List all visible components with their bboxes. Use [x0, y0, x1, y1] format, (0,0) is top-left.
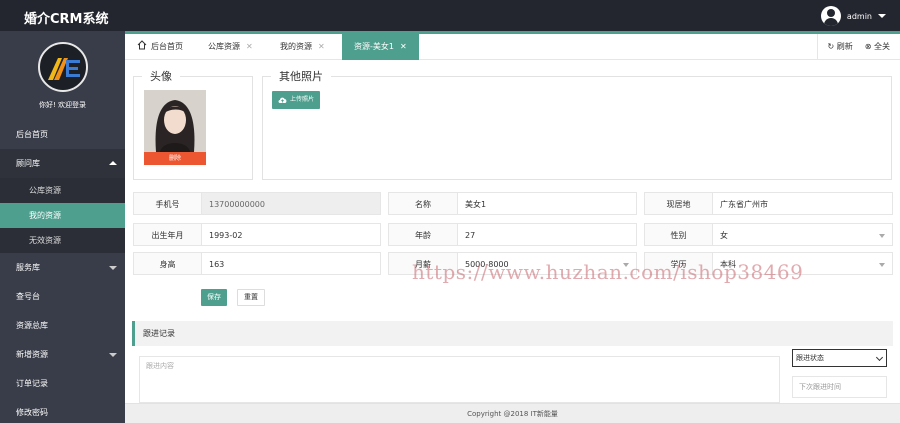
sidebar-item-label: 资源总库: [16, 321, 48, 330]
sidebar-item-label: 后台首页: [16, 130, 48, 139]
sidebar-nav: 后台首页 顾问库 公库资源 我的资源 无效资源 服务库 查号台 资源总库 新增资…: [0, 120, 125, 423]
sidebar-item-label: 订单记录: [16, 379, 48, 388]
upload-photo-button[interactable]: 上传照片: [272, 91, 321, 109]
age-label: 年龄: [388, 223, 458, 246]
username[interactable]: admin: [847, 12, 872, 21]
close-icon[interactable]: ✕: [318, 42, 325, 51]
sidebar-item-invalid-resources[interactable]: 无效资源: [0, 228, 125, 253]
close-icon[interactable]: ✕: [246, 42, 253, 51]
phone-field[interactable]: 13700000000: [201, 192, 381, 215]
close-all-label: 全关: [874, 42, 890, 51]
save-button[interactable]: 保存: [201, 289, 227, 306]
gender-value: 女: [720, 231, 728, 240]
user-avatar-icon[interactable]: [820, 6, 841, 26]
sidebar-item-label: 查号台: [16, 292, 40, 301]
height-label: 身高: [133, 252, 202, 275]
app-title: 婚介CRM系统: [24, 12, 109, 27]
close-circle-icon: ⊗: [864, 42, 872, 51]
residence-label: 现居地: [644, 192, 713, 215]
sidebar-item-consultant-library[interactable]: 顾问库: [0, 149, 125, 178]
sidebar-item-number-lookup[interactable]: 查号台: [0, 282, 125, 311]
footer: Copyright @2018 IT新能量: [125, 403, 900, 423]
other-photos-fieldset: 其他照片: [262, 68, 892, 180]
close-all-button[interactable]: ⊗ 全关: [865, 34, 890, 60]
next-follow-up-time-input[interactable]: 下次跟进时间: [792, 376, 887, 398]
chevron-up-icon: [109, 161, 117, 165]
gender-select[interactable]: 女: [712, 223, 893, 246]
follow-up-header: 跟进记录: [132, 321, 893, 346]
reset-button[interactable]: 重置: [237, 289, 265, 306]
sidebar-item-label: 修改密码: [16, 408, 48, 417]
follow-up-status-select[interactable]: 跟进状态: [792, 349, 887, 367]
main-content: 头像 删除 其他照片 上传照片 手机号 13700000000 名称 美女1 现…: [125, 60, 900, 403]
phone-label: 手机号: [133, 192, 202, 215]
cloud-upload-icon: [278, 97, 287, 103]
refresh-button[interactable]: ↻ 刷新: [828, 34, 853, 60]
height-field[interactable]: 163: [201, 252, 381, 275]
tab-label: 我的资源: [280, 42, 312, 51]
sidebar-item-service-library[interactable]: 服务库: [0, 253, 125, 282]
tab-home[interactable]: 后台首页: [137, 34, 183, 60]
chevron-down-icon: [109, 266, 117, 270]
chevron-down-icon: [879, 234, 885, 238]
tab-resource-detail[interactable]: 资源-美女1 ✕: [342, 34, 419, 60]
sidebar-item-label: 公库资源: [29, 186, 61, 195]
chevron-down-icon: [109, 353, 117, 357]
sidebar-item-label: 新增资源: [16, 350, 48, 359]
birth-field[interactable]: 1993-02: [201, 223, 381, 246]
follow-up-content-input[interactable]: 跟进内容: [139, 356, 780, 403]
other-photos-legend: 其他照片: [279, 70, 323, 83]
follow-up-status-value: 跟进状态: [796, 354, 824, 362]
sidebar-item-label: 服务库: [16, 263, 40, 272]
sidebar-item-label: 顾问库: [16, 159, 40, 168]
sidebar-item-public-resources[interactable]: 公库资源: [0, 178, 125, 203]
refresh-icon: ↻: [827, 42, 835, 51]
name-label: 名称: [388, 192, 458, 215]
sidebar-item-add-resource[interactable]: 新增资源: [0, 340, 125, 369]
sidebar-item-label: 无效资源: [29, 236, 61, 245]
logo: [38, 42, 88, 92]
avatar-legend: 头像: [150, 70, 172, 83]
delete-avatar-button[interactable]: 删除: [144, 152, 206, 165]
name-field[interactable]: 美女1: [457, 192, 637, 215]
birth-label: 出生年月: [133, 223, 202, 246]
close-icon[interactable]: ✕: [400, 42, 407, 51]
sidebar-item-change-password[interactable]: 修改密码: [0, 398, 125, 423]
sidebar-item-all-resources[interactable]: 资源总库: [0, 311, 125, 340]
home-icon: [137, 40, 147, 50]
user-menu[interactable]: admin: [820, 6, 886, 26]
tab-public-resources[interactable]: 公库资源 ✕: [208, 34, 253, 60]
age-field[interactable]: 27: [457, 223, 637, 246]
residence-field[interactable]: 广东省广州市: [712, 192, 893, 215]
tab-label: 公库资源: [208, 42, 240, 51]
gender-label: 性别: [644, 223, 713, 246]
welcome-text: 你好! 欢迎登录: [38, 101, 87, 109]
chevron-down-icon: [875, 353, 884, 362]
sidebar: 你好! 欢迎登录 后台首页 顾问库 公库资源 我的资源 无效资源 服务库 查号台…: [0, 31, 125, 423]
tab-label: 资源-美女1: [354, 42, 394, 51]
tab-my-resources[interactable]: 我的资源 ✕: [280, 34, 325, 60]
chevron-down-icon: [879, 263, 885, 267]
sidebar-item-label: 我的资源: [29, 211, 61, 220]
refresh-label: 刷新: [836, 42, 853, 51]
sidebar-item-home[interactable]: 后台首页: [0, 120, 125, 149]
tab-tools: ↻ 刷新 ⊗ 全关: [816, 34, 890, 60]
tab-label: 后台首页: [151, 42, 183, 51]
sidebar-item-my-resources[interactable]: 我的资源: [0, 203, 125, 228]
upload-photo-label: 上传照片: [290, 96, 315, 103]
tab-bar: 后台首页 公库资源 ✕ 我的资源 ✕ 资源-美女1 ✕ ↻ 刷新 ⊗ 全关: [125, 31, 900, 60]
top-header: 婚介CRM系统 admin: [0, 0, 900, 31]
avatar-photo: [144, 90, 206, 152]
sidebar-item-orders[interactable]: 订单记录: [0, 369, 125, 398]
chevron-down-icon[interactable]: [878, 14, 886, 18]
watermark-text: https://www.huzhan.com/ishop38469: [412, 260, 804, 284]
